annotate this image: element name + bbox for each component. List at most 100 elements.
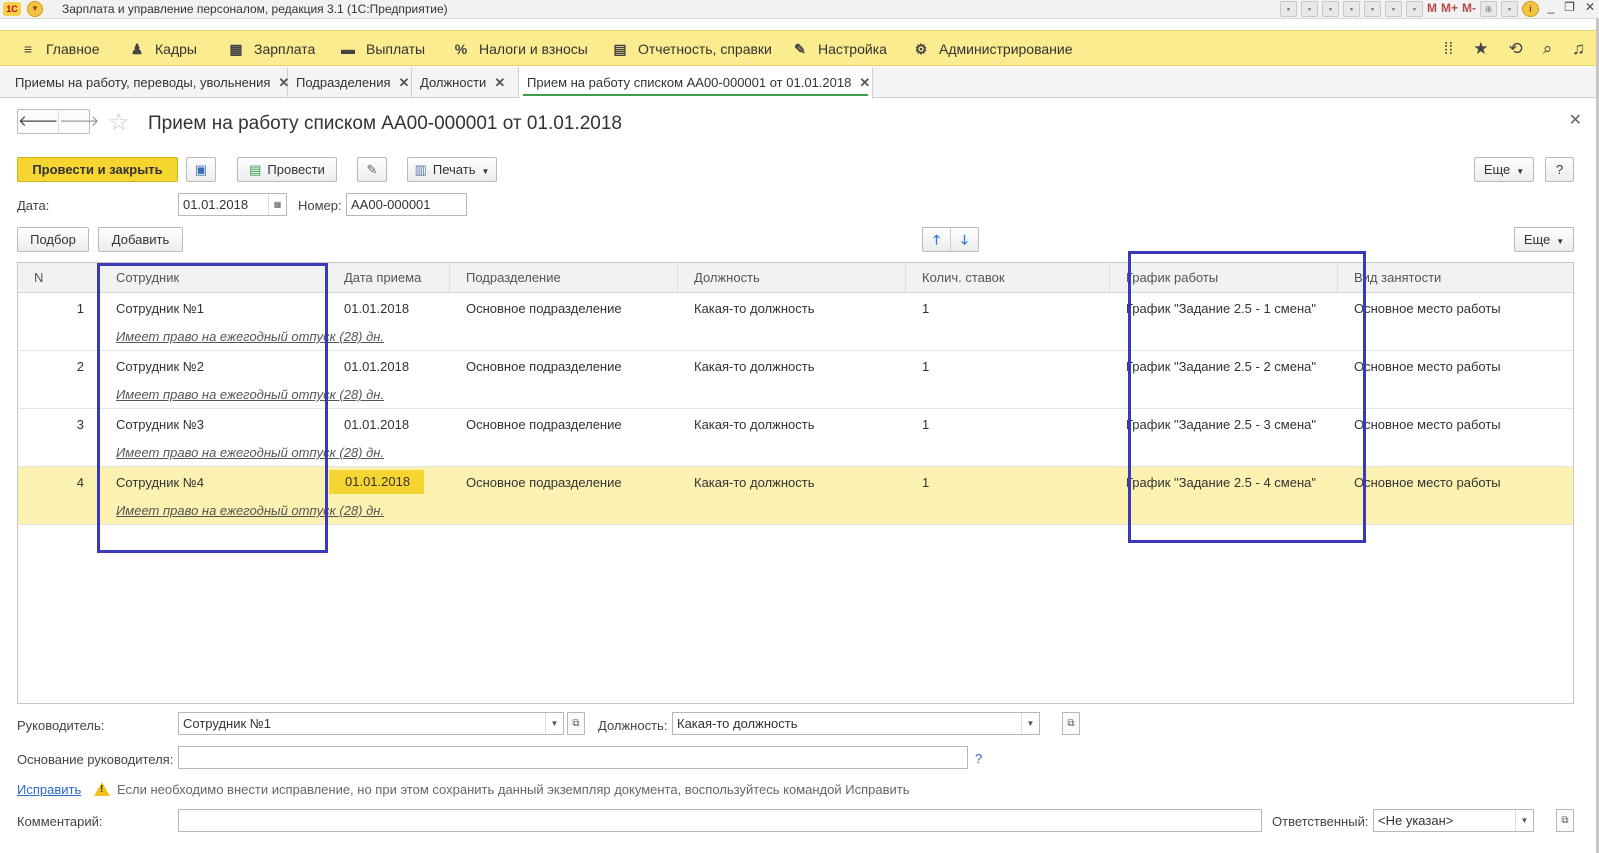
table-more-button[interactable]: Еще ▼ [1514,227,1574,252]
column-header-date[interactable]: Дата приема [328,263,450,293]
save-icon[interactable]: ▪ [1279,1,1297,17]
tab-hiring-document[interactable]: Прием на работу списком АА00-000001 от 0… [519,67,873,99]
menu-item-hr[interactable]: ♟ Кадры [127,31,197,67]
table-row[interactable]: 2 Сотрудник №2 01.01.2018 Основное подра… [18,351,1573,409]
column-header-rate[interactable]: Колич. ставок [906,263,1110,293]
menu-item-salary[interactable]: ▦ Зарплата [226,31,315,67]
minimize-icon[interactable]: _ [1547,0,1554,14]
panels-icon[interactable]: ▪ [1501,1,1518,17]
employment-cell[interactable]: Основное место работы [1354,359,1501,374]
close-tab-icon[interactable]: ✕ [859,75,870,90]
position-cell[interactable]: Какая-то должность [694,417,814,432]
back-arrow-icon[interactable]: 🡐 [18,110,58,133]
favorites-star-icon[interactable]: ★ [1473,39,1488,59]
chevron-down-icon[interactable]: ▼ [545,713,563,734]
preview-icon[interactable]: ▪ [1321,1,1339,17]
rate-cell[interactable]: 1 [922,359,929,374]
schedule-cell[interactable]: График "Задание 2.5 - 2 смена" [1126,359,1316,374]
menu-item-reports[interactable]: ▤ Отчетность, справки [610,31,772,67]
close-form-icon[interactable]: ✕ [1569,110,1582,130]
manager-position-field[interactable]: Какая-то должность ▼ [672,712,1040,735]
post-and-close-button[interactable]: Провести и закрыть [17,157,178,182]
number-field[interactable]: АА00-000001 [346,193,467,216]
print-icon[interactable]: ▪ [1300,1,1318,17]
notifications-bell-icon[interactable]: ♫ [1572,39,1585,59]
employment-cell[interactable]: Основное место работы [1354,475,1501,490]
hire-date-cell-active[interactable]: 01.01.2018 [329,470,425,494]
employee-cell[interactable]: Сотрудник №2 [116,359,204,374]
column-header-department[interactable]: Подразделение [450,263,678,293]
menu-item-admin[interactable]: ⚙ Администрирование [911,31,1073,67]
department-cell[interactable]: Основное подразделение [466,475,622,490]
help-button[interactable]: ? [1545,157,1574,182]
save-button[interactable]: ▣ [186,157,216,182]
tab-hiring-list[interactable]: Приемы на работу, переводы, увольнения ✕ [7,67,289,98]
forward-arrow-icon[interactable]: 🡒 [58,110,99,133]
column-header-employee[interactable]: Сотрудник [100,263,328,293]
schedule-cell[interactable]: График "Задание 2.5 - 4 смена" [1126,475,1316,490]
vacation-link[interactable]: Имеет право на ежегодный отпуск (28) дн. [116,387,384,402]
open-manager-icon[interactable]: ⧉ [567,712,585,735]
schedule-cell[interactable]: График "Задание 2.5 - 3 смена" [1126,417,1316,432]
date-field[interactable]: 01.01.2018 ▦ [178,193,287,216]
column-header-position[interactable]: Должность [678,263,906,293]
manager-basis-field[interactable] [178,746,968,769]
tab-positions[interactable]: Должности ✕ [412,67,519,98]
schedule-cell[interactable]: График "Задание 2.5 - 1 смена" [1126,301,1316,316]
menu-item-settings[interactable]: ✎ Настройка [790,31,887,67]
add-row-button[interactable]: Добавить [98,227,183,252]
department-cell[interactable]: Основное подразделение [466,359,622,374]
manager-field[interactable]: Сотрудник №1 ▼ [178,712,564,735]
hire-date-cell[interactable]: 01.01.2018 [344,359,409,374]
close-tab-icon[interactable]: ✕ [494,75,505,90]
hire-date-cell[interactable]: 01.01.2018 [344,301,409,316]
column-header-schedule[interactable]: График работы [1110,263,1338,293]
chevron-down-icon[interactable]: ▼ [1515,810,1533,831]
menu-item-taxes[interactable]: % Налоги и взносы [451,31,588,67]
employee-cell[interactable]: Сотрудник №3 [116,417,204,432]
column-header-n[interactable]: N [18,263,100,293]
table-row-selected[interactable]: 4 Сотрудник №4 01.01.2018 Основное подра… [18,467,1573,525]
vacation-link[interactable]: Имеет право на ежегодный отпуск (28) дн. [116,445,384,460]
memory-plus-button[interactable]: M+ [1441,1,1458,17]
table-row[interactable]: 1 Сотрудник №1 01.01.2018 Основное подра… [18,293,1573,351]
memory-minus-button[interactable]: M- [1462,1,1476,17]
table-icon[interactable]: ▪ [1363,1,1381,17]
info-icon[interactable]: i [1522,1,1539,17]
position-cell[interactable]: Какая-то должность [694,359,814,374]
open-responsible-icon[interactable]: ⧉ [1556,809,1574,832]
hire-date-cell[interactable]: 01.01.2018 [344,417,409,432]
vacation-link[interactable]: Имеет право на ежегодный отпуск (28) дн. [116,503,384,518]
responsible-field[interactable]: <Не указан> ▼ [1373,809,1534,832]
select-button[interactable]: Подбор [17,227,89,252]
history-icon[interactable]: ⟲ [1508,39,1522,59]
move-down-icon[interactable]: 🡓 [951,228,978,251]
move-up-icon[interactable]: 🡑 [923,228,951,251]
rate-cell[interactable]: 1 [922,475,929,490]
employee-cell[interactable]: Сотрудник №1 [116,301,204,316]
position-cell[interactable]: Какая-то должность [694,301,814,316]
close-window-icon[interactable]: ✕ [1585,0,1595,14]
app-menu-icon[interactable]: ▼ [27,1,43,17]
comment-field[interactable] [178,809,1262,832]
link-icon[interactable]: ▪ [1342,1,1360,17]
employee-cell[interactable]: Сотрудник №4 [116,475,204,490]
print-button[interactable]: ▥ Печать ▼ [407,157,497,182]
rate-cell[interactable]: 1 [922,417,929,432]
column-header-employment[interactable]: Вид занятости [1338,263,1573,293]
department-cell[interactable]: Основное подразделение [466,301,622,316]
menu-item-main[interactable]: ≡ Главное [18,31,100,67]
basis-help-icon[interactable]: ? [975,751,982,766]
zoom-icon[interactable]: ⊕ [1480,1,1497,17]
employment-cell[interactable]: Основное место работы [1354,417,1501,432]
vacation-link[interactable]: Имеет право на ежегодный отпуск (28) дн. [116,329,384,344]
table-row[interactable]: 3 Сотрудник №3 01.01.2018 Основное подра… [18,409,1573,467]
memory-m-button[interactable]: M [1427,1,1437,17]
calendar-icon[interactable]: ▪ [1405,1,1423,17]
calendar-icon[interactable]: ▦ [268,194,286,215]
menu-item-payments[interactable]: ▬ Выплаты [338,31,425,67]
fix-link[interactable]: Исправить [17,782,81,797]
favorite-star-icon[interactable]: ☆ [108,108,130,137]
apps-grid-icon[interactable]: ⁞⁞ [1444,39,1453,59]
search-icon[interactable]: ⌕ [1543,39,1553,59]
